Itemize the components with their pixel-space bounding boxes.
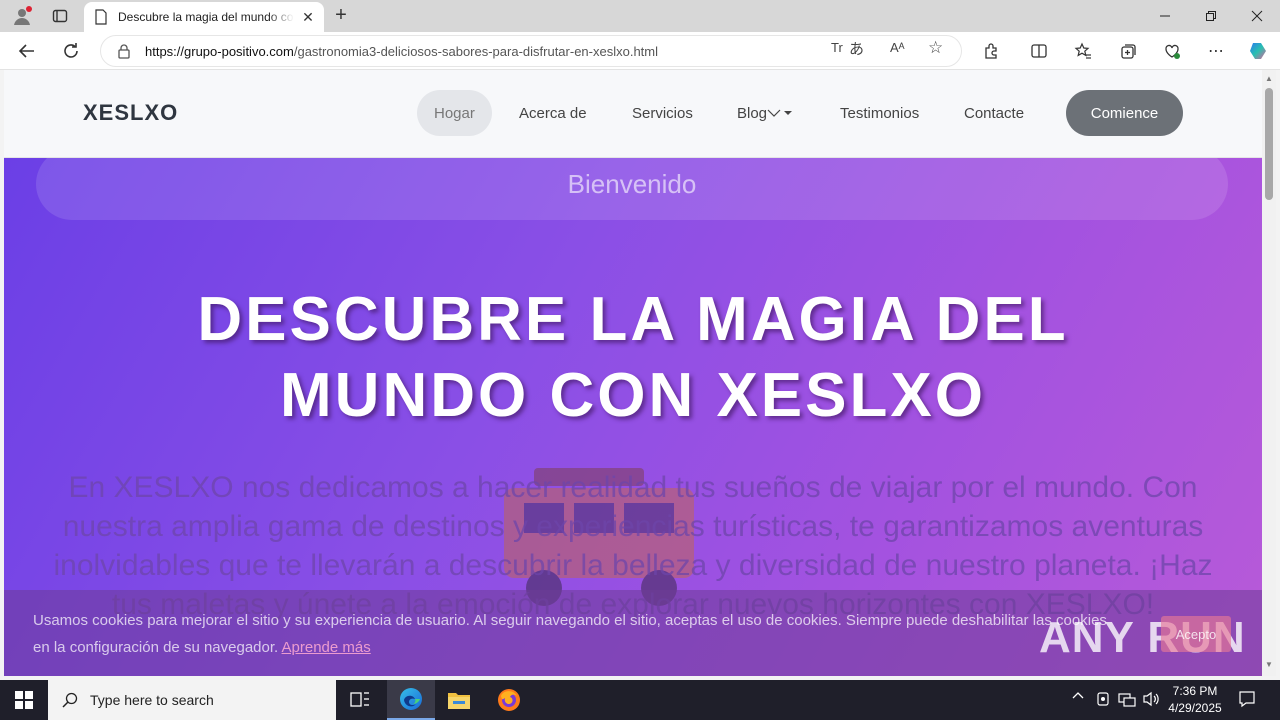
- volume-icon[interactable]: [1142, 691, 1160, 710]
- comience-button[interactable]: Comience: [1066, 90, 1183, 136]
- scroll-thumb[interactable]: [1265, 88, 1273, 200]
- taskbar-search[interactable]: Type here to search: [48, 680, 336, 720]
- minimize-icon[interactable]: [1142, 0, 1188, 32]
- nav-item-blog[interactable]: Blog: [720, 90, 810, 136]
- taskbar-clock[interactable]: 7:36 PM 4/29/2025: [1160, 683, 1230, 717]
- chevron-down-icon: [767, 109, 793, 117]
- tab-title: Descubre la magia del mundo con XESLXO: [118, 10, 294, 24]
- new-tab-icon[interactable]: +: [330, 5, 352, 27]
- nav-item-acerca-de[interactable]: Acerca de: [502, 90, 604, 136]
- read-aloud-icon[interactable]: Aᴬ: [890, 40, 905, 55]
- restore-icon[interactable]: [1188, 0, 1234, 32]
- cookie-message: Usamos cookies para mejorar el sitio y s…: [33, 612, 1107, 656]
- search-icon: [62, 692, 78, 708]
- hero-title-line-1: DESCUBRE LA MAGIA DEL: [197, 285, 1069, 354]
- site-logo[interactable]: XESLXO: [83, 100, 178, 126]
- lock-icon[interactable]: [117, 43, 131, 59]
- language-icon[interactable]: あ: [849, 38, 864, 59]
- tab-actions-icon[interactable]: [48, 4, 72, 28]
- favorite-star-icon[interactable]: ☆: [928, 38, 943, 58]
- welcome-banner: Bienvenido: [36, 158, 1228, 220]
- profile-icon[interactable]: [10, 4, 34, 28]
- favorites-icon[interactable]: [1070, 39, 1096, 63]
- security-tray-icon[interactable]: [1096, 691, 1110, 710]
- copilot-icon[interactable]: [1245, 39, 1271, 63]
- active-tab[interactable]: Descubre la magia del mundo con XESLXO ✕: [84, 2, 324, 32]
- page-icon: [95, 9, 107, 25]
- cookie-learn-more-link[interactable]: Aprende más: [282, 639, 371, 656]
- page-viewport: XESLXO Hogar Acerca de Servicios Blog Te…: [4, 70, 1262, 676]
- url-path: /gastronomia3-deliciosos-sabores-para-di…: [293, 43, 659, 59]
- nav-item-servicios[interactable]: Servicios: [615, 90, 710, 136]
- close-window-icon[interactable]: [1234, 0, 1280, 32]
- notifications-icon[interactable]: [1238, 690, 1256, 711]
- windows-taskbar: Type here to search 7:36 PM 4/29/2025: [0, 680, 1280, 720]
- nav-item-contacte[interactable]: Contacte: [947, 90, 1041, 136]
- browser-tab-strip: Descubre la magia del mundo con XESLXO ✕…: [0, 0, 1280, 32]
- cookie-banner: Usamos cookies para mejorar el sitio y s…: [4, 590, 1262, 676]
- firefox-icon[interactable]: [485, 680, 533, 720]
- extensions-icon[interactable]: [978, 39, 1004, 63]
- scroll-down-icon[interactable]: ▼: [1264, 660, 1274, 670]
- refresh-icon[interactable]: [58, 39, 84, 63]
- split-screen-icon[interactable]: [1026, 39, 1052, 63]
- cookie-text: Usamos cookies para mejorar el sitio y s…: [33, 607, 1113, 661]
- cookie-accept-button[interactable]: Acepto: [1161, 616, 1231, 652]
- task-view-icon[interactable]: [336, 680, 384, 720]
- browser-essentials-icon[interactable]: [1159, 39, 1185, 63]
- clock-time: 7:36 PM: [1172, 684, 1218, 698]
- url-domain: https://grupo-positivo.com: [145, 43, 294, 59]
- scroll-up-icon[interactable]: ▲: [1264, 74, 1274, 84]
- browser-toolbar: https://grupo-positivo.com/gastronomia3-…: [0, 32, 1280, 70]
- file-explorer-icon[interactable]: [435, 680, 483, 720]
- translate-icon[interactable]: Tr: [831, 40, 843, 55]
- more-options-icon[interactable]: ⋯: [1203, 39, 1229, 63]
- nav-item-hogar[interactable]: Hogar: [417, 90, 492, 136]
- back-arrow-icon[interactable]: [14, 39, 40, 63]
- collections-icon[interactable]: [1115, 39, 1141, 63]
- edge-taskbar-icon[interactable]: [387, 680, 435, 720]
- nav-item-testimonios[interactable]: Testimonios: [823, 90, 936, 136]
- site-header: XESLXO Hogar Acerca de Servicios Blog Te…: [4, 70, 1262, 158]
- read-aloud-label: Aᴬ: [890, 40, 905, 55]
- hero-title: DESCUBRE LA MAGIA DEL MUNDO CON XESLXO: [4, 282, 1262, 434]
- windows-start-icon[interactable]: [0, 680, 48, 720]
- url-text: https://grupo-positivo.com/gastronomia3-…: [145, 44, 658, 59]
- show-hidden-icons[interactable]: [1072, 690, 1084, 705]
- translate-label: Tr: [831, 40, 843, 55]
- page-scrollbar[interactable]: ▲ ▼: [1262, 70, 1276, 676]
- nav-item-blog-label: Blog: [737, 104, 768, 122]
- clock-date: 4/29/2025: [1168, 701, 1222, 715]
- hero-title-line-2: MUNDO CON XESLXO: [280, 361, 986, 430]
- close-tab-icon[interactable]: ✕: [300, 9, 316, 25]
- network-icon[interactable]: [1118, 691, 1136, 710]
- search-placeholder: Type here to search: [90, 692, 214, 708]
